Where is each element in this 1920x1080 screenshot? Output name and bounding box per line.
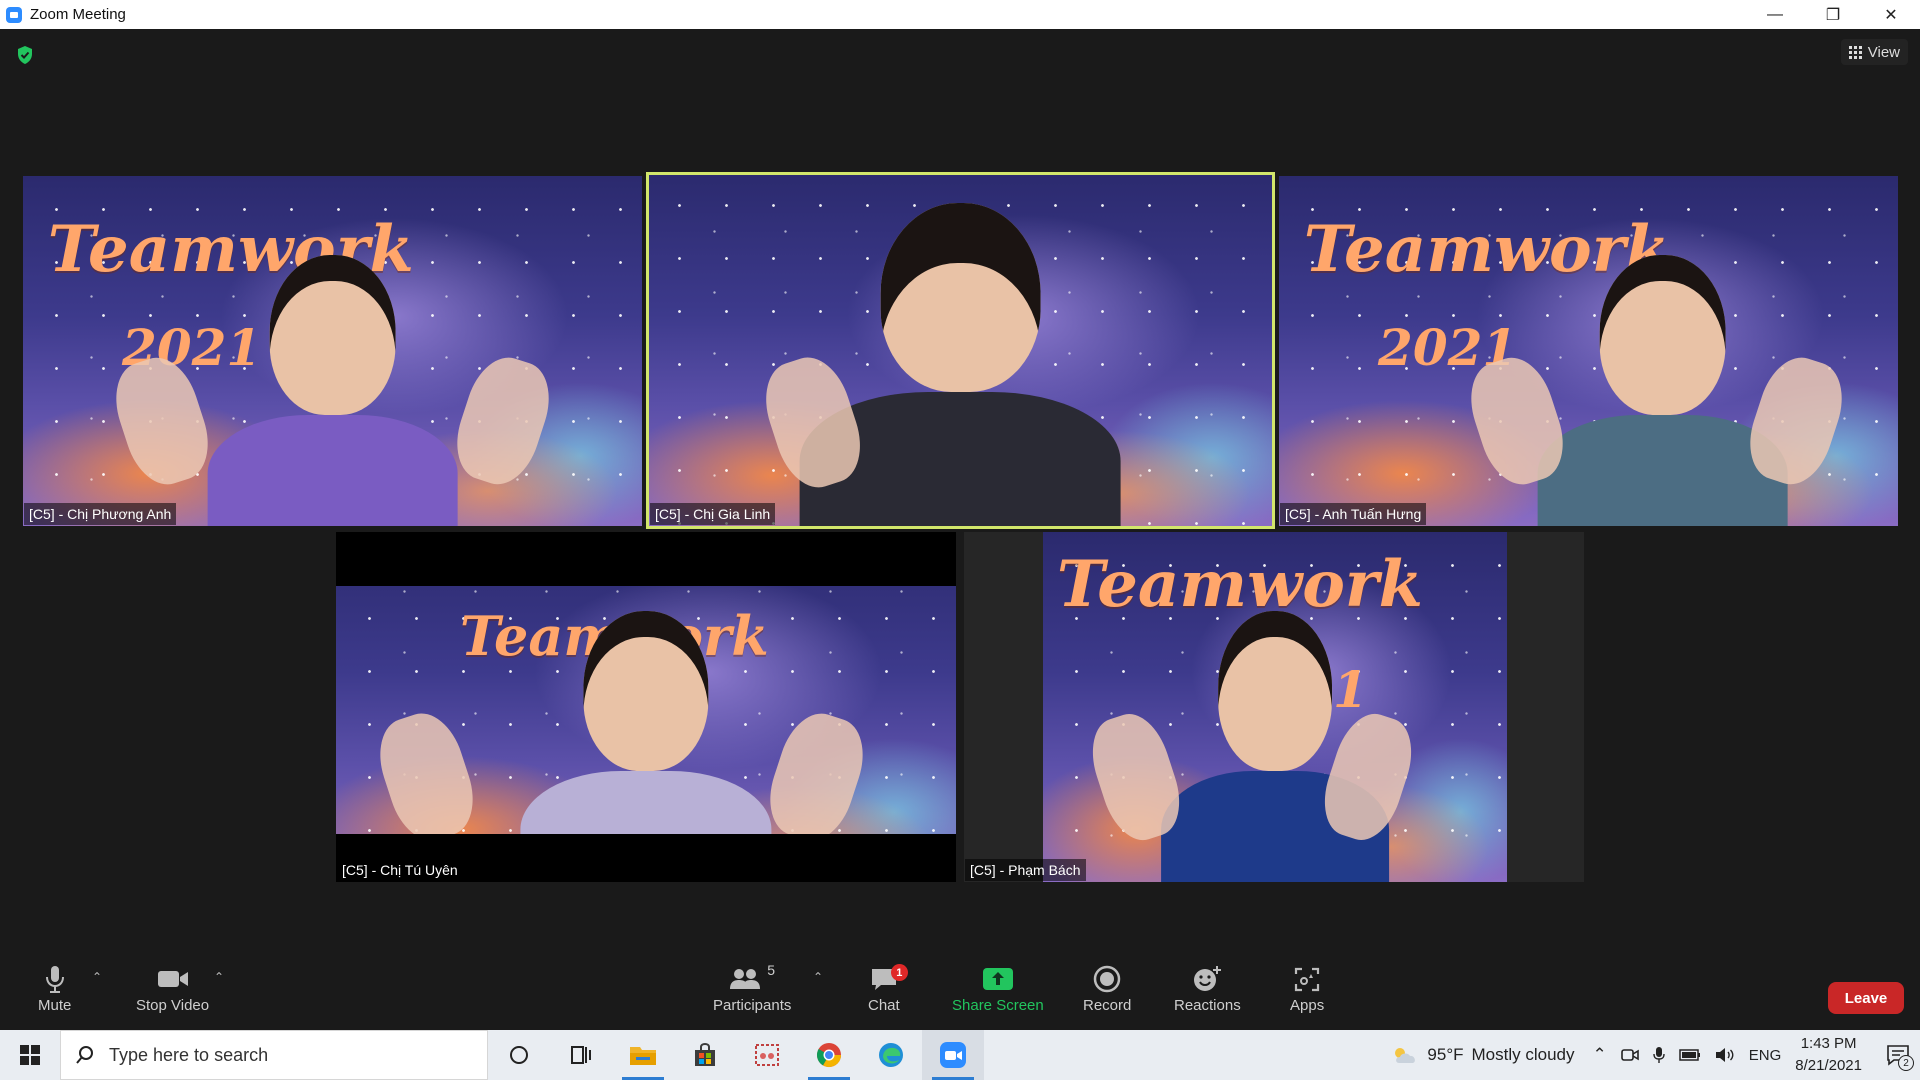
volume-icon[interactable] — [1715, 1047, 1735, 1063]
apps-button[interactable]: Apps — [1290, 962, 1324, 1014]
grid-view-icon — [1848, 45, 1862, 59]
zoom-icon — [940, 1042, 966, 1068]
participants-label: Participants — [713, 997, 792, 1014]
share-screen-button[interactable]: Share Screen — [952, 962, 1044, 1014]
zoom-app[interactable] — [922, 1030, 984, 1080]
battery-icon[interactable] — [1679, 1049, 1701, 1061]
close-button[interactable]: ✕ — [1862, 0, 1920, 29]
start-button[interactable] — [0, 1030, 60, 1080]
reactions-button[interactable]: Reactions — [1174, 962, 1241, 1014]
chrome-icon — [816, 1043, 841, 1068]
microphone-icon — [44, 962, 66, 996]
taskbar-search-box[interactable]: Type here to search — [60, 1030, 488, 1080]
participant-video — [190, 229, 475, 526]
stop-video-button[interactable]: Stop Video — [136, 962, 209, 1014]
chat-label: Chat — [868, 997, 900, 1014]
mute-label: Mute — [38, 997, 72, 1014]
task-view-button[interactable] — [550, 1030, 612, 1080]
participants-options-caret-icon[interactable]: ⌃ — [813, 970, 823, 984]
search-placeholder: Type here to search — [109, 1044, 269, 1065]
edge-icon — [879, 1043, 903, 1067]
participant-name: [C5] - Phạm Bách — [965, 859, 1086, 881]
record-button[interactable]: Record — [1083, 962, 1131, 1014]
edge-app[interactable] — [860, 1030, 922, 1080]
video-tile[interactable]: Teamwork 2021 [C5] - Anh Tuấn Hưng — [1279, 176, 1898, 526]
notification-count: 2 — [1898, 1055, 1914, 1071]
leave-button[interactable]: Leave — [1828, 982, 1904, 1014]
minimize-button[interactable]: — — [1746, 0, 1804, 29]
meet-now-icon[interactable] — [1620, 1047, 1639, 1063]
participant-video-frame: Teamwork 2021 — [1043, 532, 1507, 882]
cortana-circle-icon — [510, 1046, 528, 1064]
video-tile[interactable]: Teamwork 2021 [C5] - Chị Phương Anh — [23, 176, 642, 526]
participant-name: [C5] - Chị Phương Anh — [24, 503, 177, 525]
video-tile[interactable]: Teamwork 2021 [C5] - Phạm Bách — [964, 532, 1584, 882]
stop-video-label: Stop Video — [136, 997, 210, 1014]
action-center-button[interactable]: 2 — [1876, 1030, 1920, 1080]
microsoft-store-app[interactable] — [674, 1030, 736, 1080]
mute-button[interactable]: Mute — [38, 962, 71, 1014]
weather-temperature: 95°F — [1427, 1045, 1464, 1064]
weather-description: Mostly cloudy — [1471, 1045, 1575, 1064]
microphone-tray-icon[interactable] — [1653, 1046, 1665, 1064]
windows-taskbar: Type here to search 95°F Mostly cloudy ⌃ — [0, 1030, 1920, 1080]
smiley-icon — [1192, 962, 1222, 996]
chrome-app[interactable] — [798, 1030, 860, 1080]
restore-button[interactable]: ❐ — [1804, 0, 1862, 29]
input-language[interactable]: ENG — [1749, 1047, 1782, 1064]
file-explorer-app[interactable] — [612, 1030, 674, 1080]
system-icons: ⌃ ENG — [1593, 1045, 1782, 1065]
snipping-tool-app[interactable] — [736, 1030, 798, 1080]
participants-button[interactable]: 5 Participants — [713, 962, 791, 1014]
title-bar: Zoom Meeting — ❐ ✕ — [0, 0, 1920, 29]
chat-bubble-icon: 1 — [869, 962, 908, 996]
zoom-app-icon — [6, 6, 22, 23]
meeting-area: View Teamwork 2021 [C5] - Chị Phương Anh… — [0, 29, 1920, 1030]
apps-icon — [1294, 962, 1320, 996]
clock-date: 8/21/2021 — [1795, 1057, 1862, 1074]
cortana-button[interactable] — [488, 1030, 550, 1080]
window-controls: — ❐ ✕ — [1746, 0, 1920, 29]
participant-video — [1520, 229, 1805, 526]
participants-count: 5 — [767, 962, 776, 978]
reactions-label: Reactions — [1174, 997, 1241, 1014]
task-view-icon — [571, 1046, 591, 1064]
folder-icon — [630, 1047, 656, 1065]
share-screen-icon — [982, 962, 1014, 996]
chat-button[interactable]: 1 Chat — [868, 962, 908, 1014]
video-tile[interactable]: Teamwork [C5] - Chị Tú Uyên — [336, 532, 956, 882]
store-bag-icon — [695, 1042, 715, 1066]
participant-name: [C5] - Anh Tuấn Hưng — [1280, 503, 1427, 525]
share-screen-label: Share Screen — [952, 997, 1044, 1014]
search-icon — [76, 1046, 93, 1064]
participant-name: [C5] - Chị Gia Linh — [650, 503, 776, 525]
video-camera-icon — [157, 962, 189, 996]
chat-unread-badge: 1 — [890, 964, 908, 981]
video-options-caret-icon[interactable]: ⌃ — [214, 970, 224, 984]
taskbar-clock[interactable]: 1:43 PM 8/21/2021 — [1795, 1033, 1862, 1077]
participant-name: [C5] - Chị Tú Uyên — [337, 859, 463, 881]
encryption-shield-icon[interactable] — [16, 45, 34, 65]
system-tray: 95°F Mostly cloudy ⌃ ENG 1:43 PM 8/21/20… — [1391, 1030, 1920, 1080]
audio-options-caret-icon[interactable]: ⌃ — [92, 970, 102, 984]
view-label: View — [1867, 43, 1900, 61]
cloudy-weather-icon — [1395, 1048, 1416, 1063]
record-icon — [1093, 962, 1121, 996]
snip-icon — [755, 1044, 779, 1066]
meeting-toolbar: Mute ⌃ Stop Video ⌃ 5 Participants ⌃ 1 C… — [0, 956, 1920, 1030]
window-title: Zoom Meeting — [30, 6, 126, 23]
apps-label: Apps — [1290, 997, 1325, 1014]
record-label: Record — [1083, 997, 1132, 1014]
windows-logo-icon — [20, 1045, 40, 1065]
participants-icon: 5 — [729, 962, 775, 996]
video-tile-active-speaker[interactable]: [C5] - Chị Gia Linh — [646, 172, 1275, 529]
weather-widget[interactable]: 95°F Mostly cloudy — [1391, 1044, 1575, 1066]
view-button[interactable]: View — [1840, 39, 1908, 65]
show-hidden-icons-chevron-icon[interactable]: ⌃ — [1593, 1045, 1607, 1065]
clock-time: 1:43 PM — [1800, 1035, 1857, 1052]
